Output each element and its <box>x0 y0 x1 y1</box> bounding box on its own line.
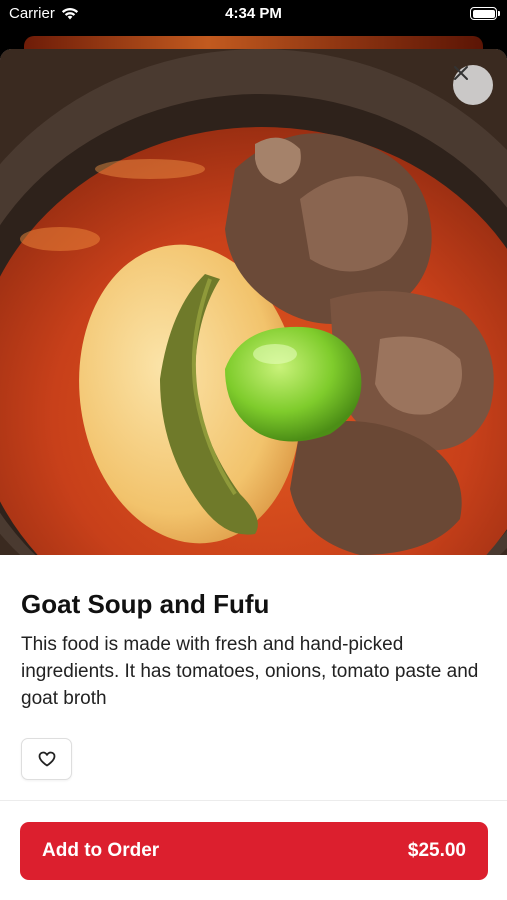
add-to-order-button[interactable]: Add to Order $25.00 <box>20 822 488 880</box>
divider <box>0 800 507 801</box>
status-time: 4:34 PM <box>225 5 282 22</box>
product-detail-sheet: Goat Soup and Fufu This food is made wit… <box>0 49 507 900</box>
favorite-button[interactable] <box>21 738 72 780</box>
price-label: $25.00 <box>407 840 466 861</box>
close-icon <box>454 66 468 80</box>
close-button[interactable] <box>453 65 493 105</box>
product-description: This food is made with fresh and hand-pi… <box>21 634 479 709</box>
product-image <box>0 49 507 555</box>
product-title: Goat Soup and Fufu <box>21 589 270 619</box>
add-to-order-label: Add to Order <box>42 840 160 861</box>
heart-icon <box>38 751 55 767</box>
status-bar: Carrier 4:34 PM <box>0 0 507 28</box>
battery-icon <box>470 7 500 20</box>
product-photo <box>0 49 507 555</box>
